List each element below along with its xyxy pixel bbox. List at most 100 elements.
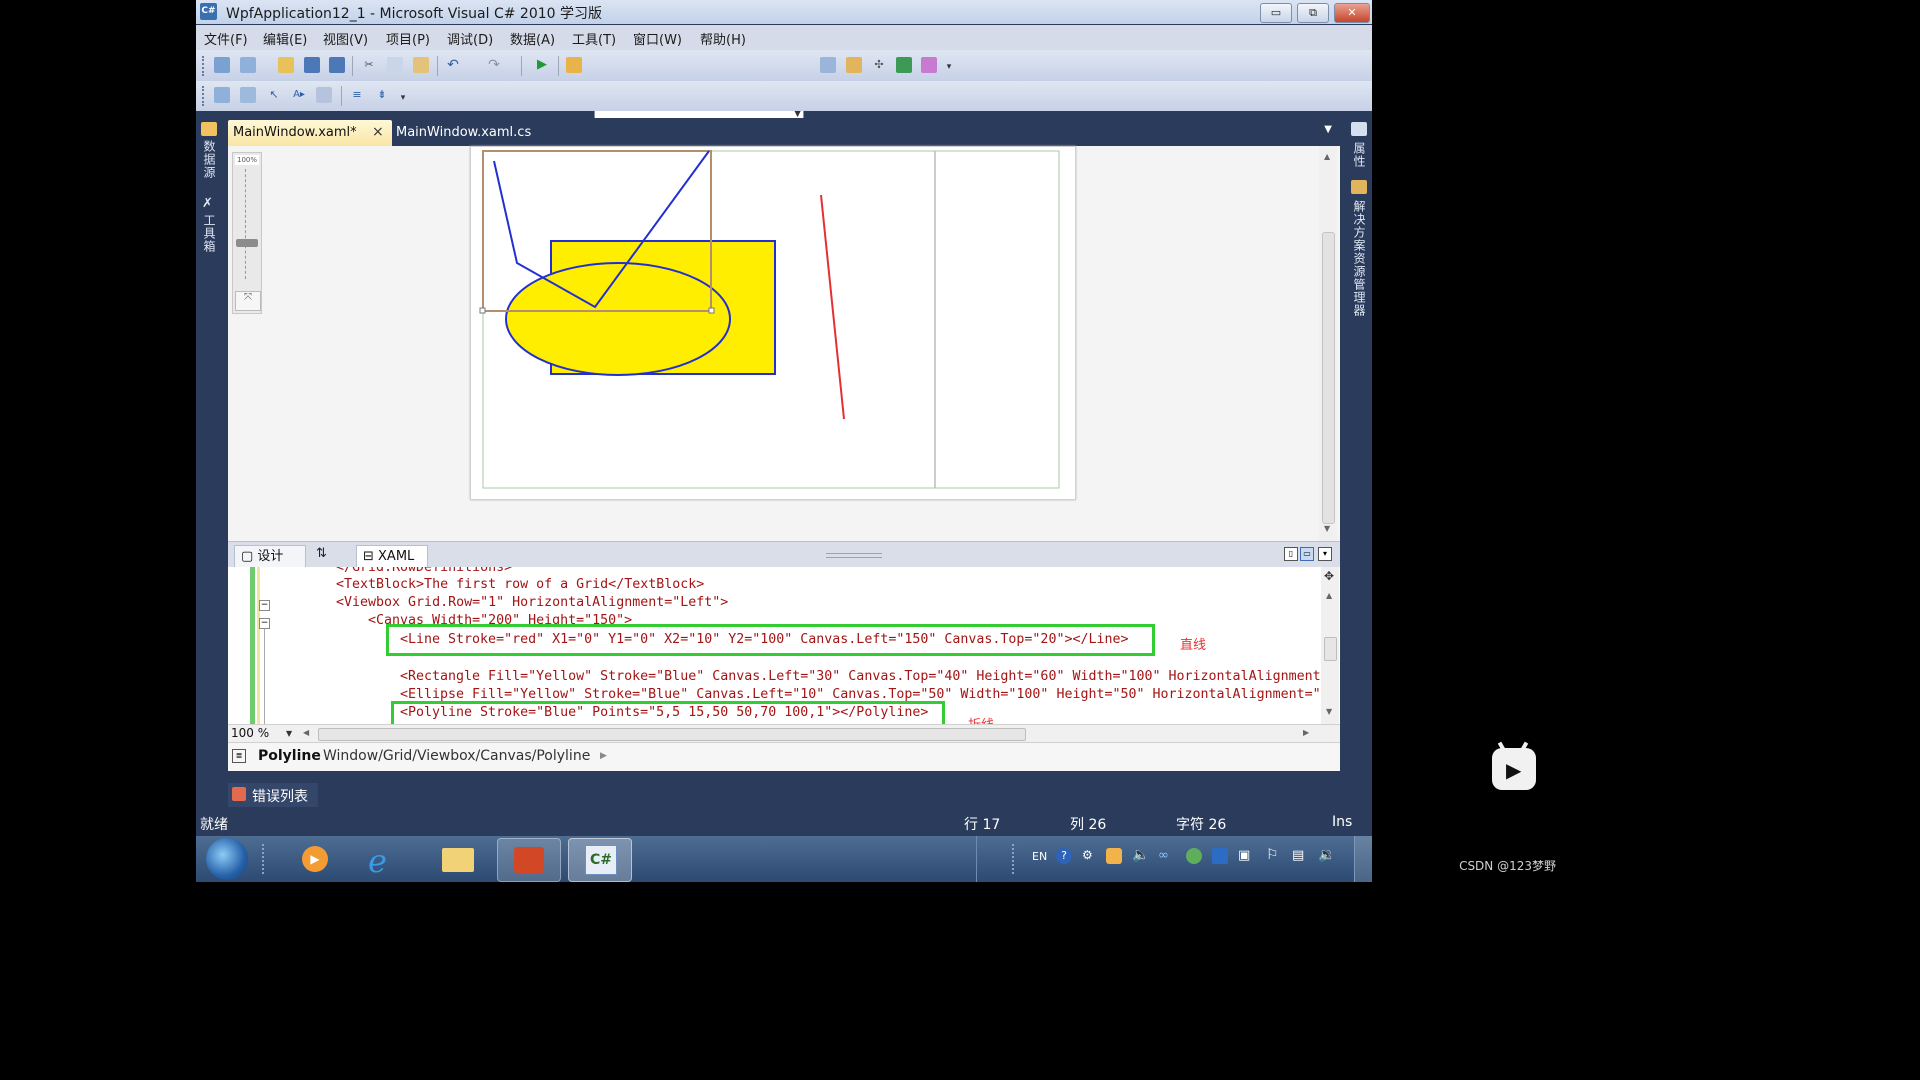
menu-debug[interactable]: 调试(D) [447,29,493,48]
xaml-code-editor[interactable]: − − </Grid.RowDefinitions> <TextBlock>Th… [228,567,1340,727]
language-indicator[interactable]: EN [1032,850,1047,863]
scroll-thumb[interactable] [1322,232,1335,524]
menu-view[interactable]: 视图(V) [323,29,368,48]
properties-tab[interactable]: 属性 [1351,142,1368,168]
toolbox-tab[interactable]: 工具箱 [201,214,218,253]
zoom-thumb[interactable] [236,239,258,247]
zoom-slider[interactable]: 100% ⤧ [232,152,262,314]
uncomment-icon[interactable]: ⇟ [374,87,390,103]
scroll-down-icon[interactable]: ▼ [1326,707,1332,716]
close-icon[interactable]: × [372,124,384,140]
error-list-tab[interactable]: 错误列表 [228,783,318,807]
split-icon[interactable]: ✥ [1324,569,1334,583]
menu-window[interactable]: 窗口(W) [633,29,682,48]
show-desktop-button[interactable] [1354,836,1372,882]
scroll-up-icon[interactable]: ▲ [1326,591,1332,600]
chevron-down-icon[interactable]: ▼ [286,729,292,738]
horizontal-split-icon[interactable]: ▭ [1300,547,1314,561]
toolbar-options-icon[interactable]: ▾ [399,90,407,106]
save-icon[interactable] [304,57,320,73]
scroll-thumb[interactable] [318,728,1026,741]
copy-icon[interactable] [387,57,403,73]
design-canvas[interactable] [470,146,1076,500]
view-designer-icon[interactable] [240,87,256,103]
code-scrollbar[interactable]: ✥ ▲ ▼ [1321,567,1339,727]
explorer-button[interactable] [428,838,490,880]
scroll-up-icon[interactable]: ▲ [1324,152,1330,161]
scroll-left-icon[interactable]: ◀ [303,728,309,737]
help-icon[interactable]: ? [1056,848,1072,864]
line-shape[interactable] [820,194,845,420]
view-code-icon[interactable] [214,87,230,103]
tray-app-icon[interactable] [1212,848,1228,864]
tab-design[interactable]: ▢ 设计 [234,545,306,568]
start-button[interactable] [206,838,248,880]
collapse-pane-icon[interactable]: ▾ [1318,547,1332,561]
menu-project[interactable]: 项目(P) [386,29,430,48]
format-document-icon[interactable] [316,87,332,103]
visual-csharp-button[interactable]: C# [568,838,632,882]
redo-icon[interactable]: ↷ [486,57,502,73]
properties-icon[interactable] [846,57,862,73]
object-browser-icon[interactable] [896,57,912,73]
vertical-split-icon[interactable]: ▯ [1284,547,1298,561]
fit-to-screen-icon[interactable]: ⤧ [235,291,261,311]
close-button[interactable]: ✕ [1334,3,1370,23]
toolbox-icon[interactable]: ✣ [871,57,887,73]
tab-xaml[interactable]: ⊟ XAML [356,545,428,568]
paste-icon[interactable] [413,57,429,73]
swap-panes-icon[interactable]: ⇅ [316,546,327,561]
solution-explorer-icon[interactable] [820,57,836,73]
tray-app-icon[interactable] [1106,848,1122,864]
network-icon[interactable]: ∞ [1158,848,1169,863]
scroll-right-icon[interactable]: ▶ [1303,728,1309,737]
active-files-dropdown-icon[interactable]: ▼ [1324,124,1332,135]
display-icon[interactable]: ▣ [1238,848,1250,863]
speaker-icon[interactable]: 🔈 [1132,847,1149,863]
collapse-icon[interactable]: − [259,600,270,611]
zoom-select[interactable]: 100 % [231,726,269,740]
tray-app-icon[interactable] [1186,848,1202,864]
power-icon[interactable]: ▤ [1292,848,1304,863]
element-path[interactable]: Window/Grid/Viewbox/Canvas/Polyline [323,748,590,764]
solution-explorer-tab[interactable]: 解决方案资源管理器 [1351,200,1368,317]
undo-icon[interactable]: ↶ [445,57,461,73]
video-play-button[interactable]: ▶ [1492,741,1536,790]
scroll-thumb[interactable] [1324,637,1337,661]
cut-icon[interactable]: ✂ [361,57,377,73]
splitter-grip[interactable] [826,553,882,558]
toolbar-grip[interactable] [202,56,207,76]
add-item-icon[interactable] [240,57,256,73]
document-outline-icon[interactable]: ≣ [232,749,246,763]
ime-icon[interactable]: ⚙ [1082,848,1093,862]
designer-scrollbar[interactable]: ▲ ▼ [1319,146,1337,541]
menu-help[interactable]: 帮助(H) [700,29,746,48]
find-in-files-icon[interactable] [566,57,582,73]
chevron-right-icon[interactable]: ▶ [600,751,607,761]
data-sources-tab[interactable]: 数据源 [201,140,218,179]
ie-button[interactable]: e [356,838,418,880]
rename-icon[interactable]: A▸ [291,87,307,103]
start-debugging-icon[interactable]: ▶ [534,57,550,73]
save-all-icon[interactable] [329,57,345,73]
comment-icon[interactable]: ≡ [349,87,365,103]
toolbar-options-icon[interactable]: ▾ [945,59,953,75]
menu-tools[interactable]: 工具(T) [572,29,616,48]
restore-button[interactable]: ⧉ [1297,3,1329,23]
tab-mainwindow-xaml-cs[interactable]: MainWindow.xaml.cs [396,125,531,140]
start-page-icon[interactable] [921,57,937,73]
tab-mainwindow-xaml[interactable]: MainWindow.xaml* × [228,120,392,146]
toolbar-grip[interactable] [202,86,207,106]
open-file-icon[interactable] [278,57,294,73]
volume-icon[interactable]: 🔉 [1318,847,1335,863]
pointer-icon[interactable]: ↖ [266,87,282,103]
scroll-down-icon[interactable]: ▼ [1324,524,1330,533]
media-player-button[interactable]: ▶ [286,838,348,880]
menu-file[interactable]: 文件(F) [204,29,248,48]
action-center-flag-icon[interactable]: ⚐ [1266,847,1279,863]
minimize-button[interactable]: ▭ [1260,3,1292,23]
new-project-icon[interactable] [214,57,230,73]
menu-data[interactable]: 数据(A) [510,29,555,48]
powerpoint-button[interactable] [497,838,561,882]
menu-edit[interactable]: 编辑(E) [263,29,307,48]
